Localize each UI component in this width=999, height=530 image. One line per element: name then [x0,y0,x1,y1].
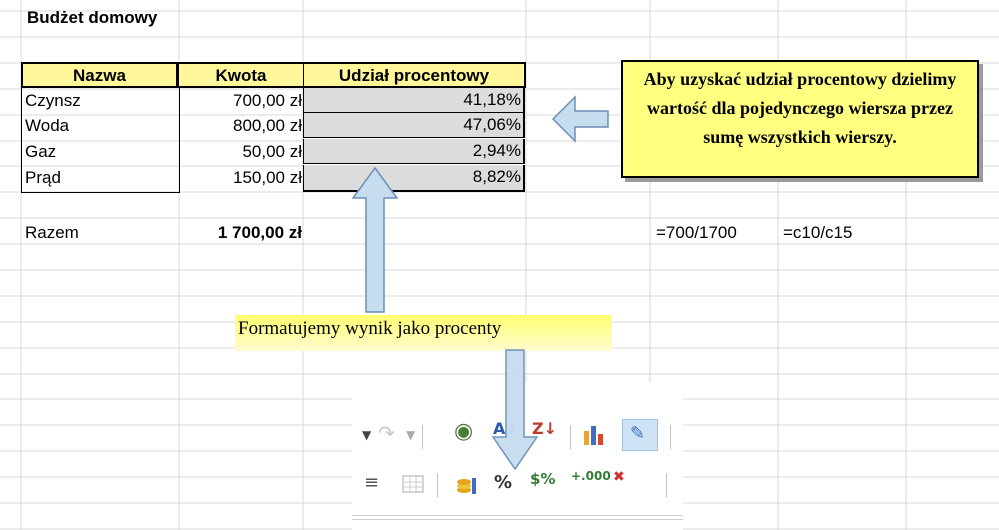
up-arrow [351,166,399,313]
toolbar-panel: ▼ ↷ ▼ ◉ A↓ Z↓ ✎ ≡ % $% +.000 ✖ [352,383,683,530]
align-justify-icon[interactable]: ≡ [364,472,379,493]
navigator-icon[interactable]: ◉ [454,419,473,444]
toolbar-bottom-line-2 [352,519,683,520]
standard-format-icon[interactable]: $% [530,470,555,488]
separator-4 [437,473,438,497]
percent-format-icon[interactable]: % [494,472,512,493]
left-arrow [551,95,609,143]
add-decimal-icon[interactable]: +.000 [571,469,611,483]
chart-icon[interactable] [582,423,606,447]
separator-5 [666,473,667,497]
separator-2 [570,425,571,449]
draw-functions-button[interactable]: ✎ [622,419,658,451]
dropdown-arrow-icon-2[interactable]: ▼ [406,428,415,442]
separator-3 [670,425,671,449]
toolbar-bottom-line [352,515,683,516]
sort-ascending-icon[interactable]: A↓ [493,419,519,438]
redo-icon[interactable]: ↷ [378,421,395,445]
table-borders-icon[interactable] [402,475,424,493]
draw-functions-icon: ✎ [630,423,646,444]
separator [422,425,423,449]
dropdown-arrow-icon[interactable]: ▼ [362,428,371,442]
currency-format-icon[interactable] [455,472,479,496]
delete-decimal-icon[interactable]: ✖ [613,469,625,485]
sort-descending-icon[interactable]: Z↓ [532,419,557,438]
